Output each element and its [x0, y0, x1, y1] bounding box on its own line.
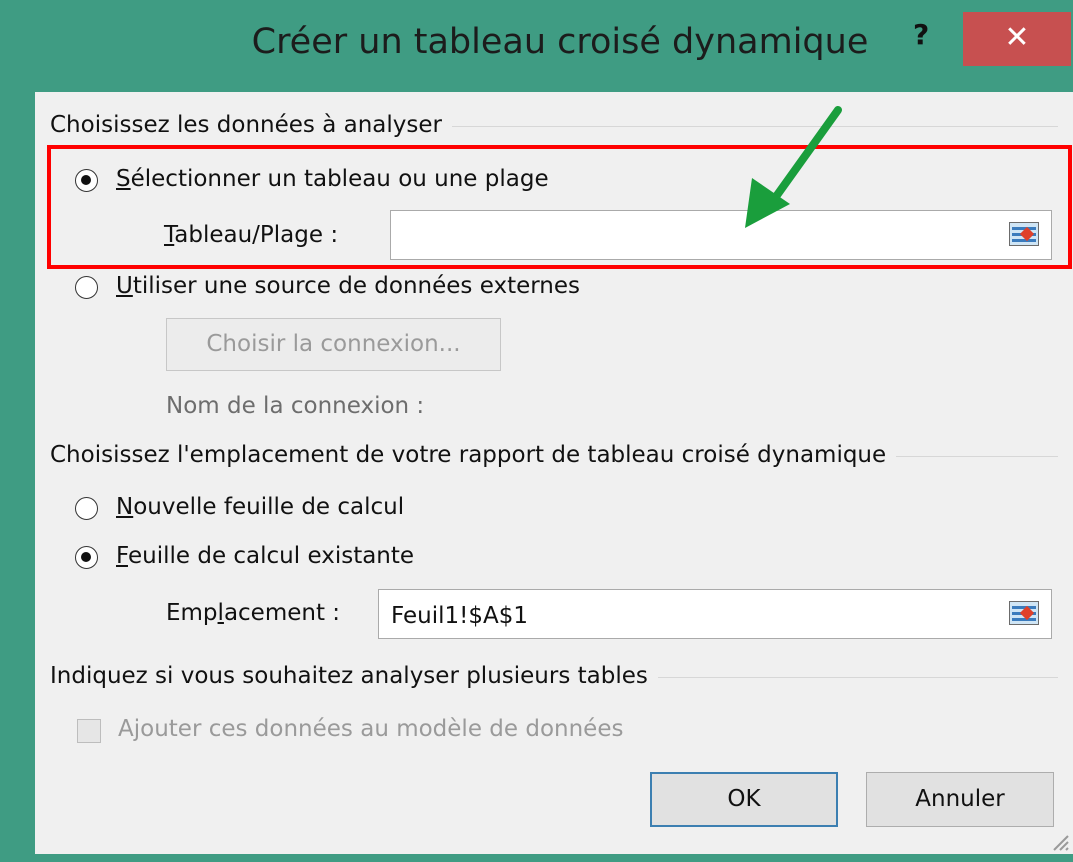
- group-title-location: Choisissez l'emplacement de votre rappor…: [50, 442, 897, 468]
- radio-new-sheet-label-rest: ouvelle feuille de calcul: [133, 494, 405, 520]
- radio-new-sheet[interactable]: [75, 497, 98, 520]
- radio-table-range-label[interactable]: Sélectionner un tableau ou une plage: [116, 166, 549, 192]
- cancel-button[interactable]: Annuler: [866, 772, 1054, 827]
- add-to-model-checkbox[interactable]: [77, 719, 101, 743]
- radio-selected-dot: [81, 175, 91, 185]
- radio-existing-sheet-label-rest: euille de calcul existante: [127, 543, 415, 569]
- annotation-arrow-icon: [745, 106, 842, 228]
- add-to-model-label: Ajouter ces données au modèle de données: [118, 716, 624, 742]
- radio-external-source-label-rest: tiliser une source de données externes: [132, 273, 581, 299]
- radio-external-source[interactable]: [75, 276, 98, 299]
- choose-connection-button[interactable]: Choisir la connexion...: [166, 318, 501, 371]
- group-title-multi: Indiquez si vous souhaitez analyser plus…: [50, 663, 658, 689]
- connection-name-label: Nom de la connexion :: [166, 393, 425, 419]
- table-range-input[interactable]: [390, 210, 1052, 260]
- radio-existing-sheet-label[interactable]: Feuille de calcul existante: [116, 543, 414, 569]
- radio-selected-dot: [81, 552, 91, 562]
- radio-existing-sheet[interactable]: [75, 546, 98, 569]
- radio-new-sheet-label[interactable]: Nouvelle feuille de calcul: [116, 494, 404, 520]
- close-icon: ✕: [1004, 20, 1030, 55]
- close-button[interactable]: ✕: [963, 12, 1071, 66]
- ok-button[interactable]: OK: [650, 772, 838, 827]
- resize-grip-icon[interactable]: [1048, 830, 1070, 852]
- help-icon[interactable]: ?: [913, 18, 929, 51]
- radio-table-range-label-rest: électionner un tableau ou une plage: [130, 166, 549, 192]
- range-selector-icon[interactable]: [1009, 601, 1039, 625]
- table-range-label-rest: ableau/Plage :: [174, 222, 339, 248]
- location-label: Emplacement :: [166, 600, 341, 626]
- group-title-data: Choisissez les données à analyser: [50, 112, 452, 138]
- location-input[interactable]: Feuil1!$A$1: [378, 589, 1052, 639]
- table-range-label: Tableau/Plage :: [164, 222, 339, 248]
- title-bar: Créer un tableau croisé dynamique ? ✕: [0, 0, 1073, 92]
- radio-table-range[interactable]: [75, 169, 98, 192]
- radio-external-source-label[interactable]: Utiliser une source de données externes: [116, 273, 580, 299]
- location-value: Feuil1!$A$1: [391, 603, 528, 629]
- range-selector-icon[interactable]: [1009, 222, 1039, 246]
- window-border: [0, 854, 1073, 862]
